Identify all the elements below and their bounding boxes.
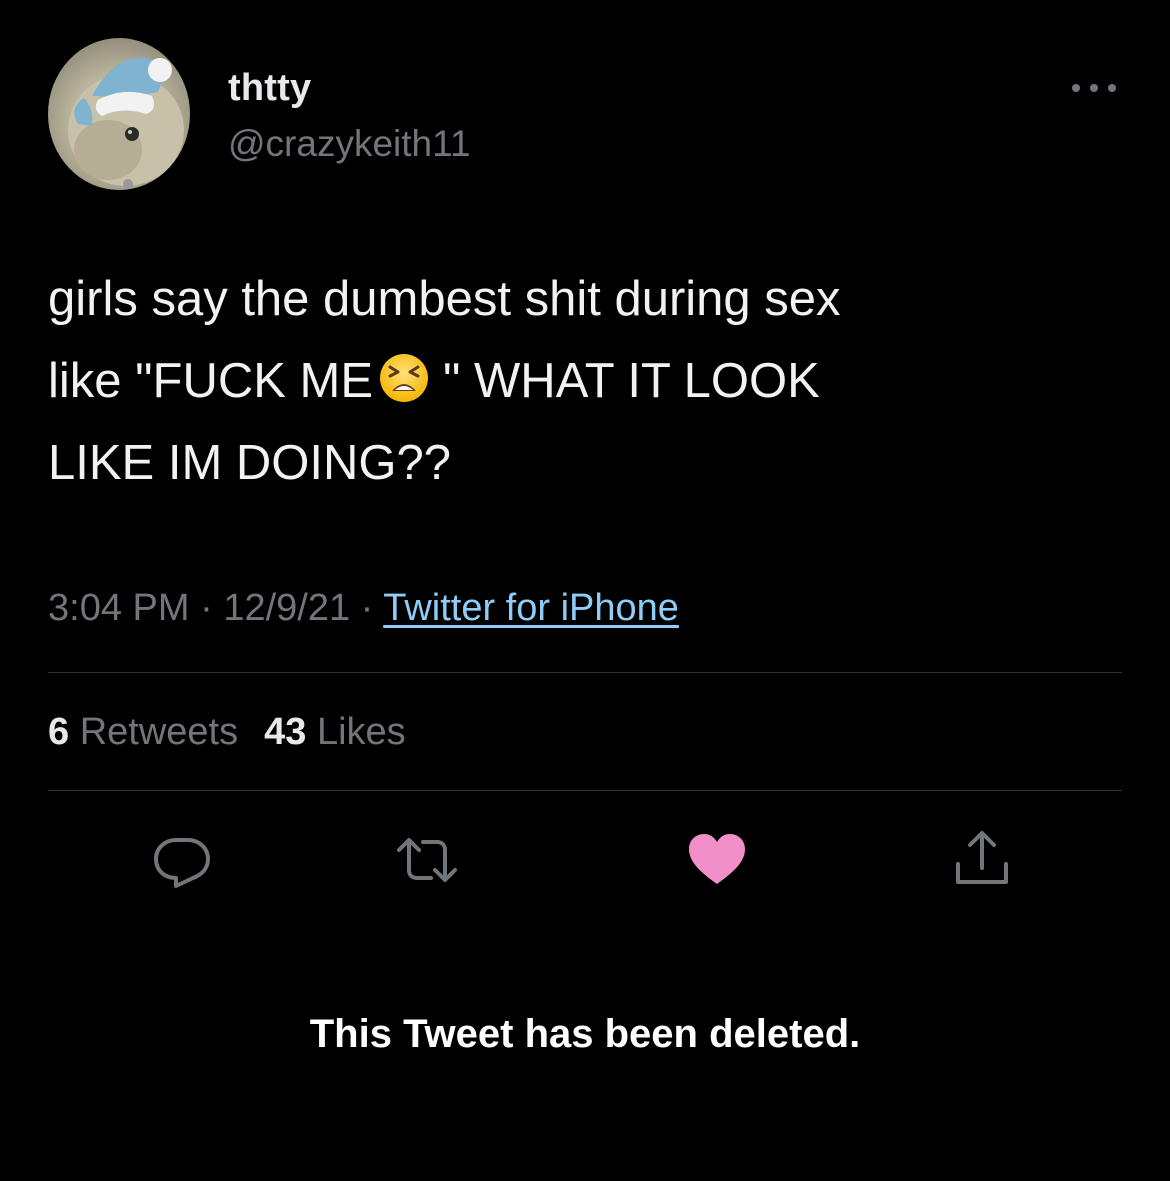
retweets-label: Retweets	[79, 711, 239, 753]
retweet-button[interactable]	[395, 828, 459, 892]
likes-count: 43	[264, 711, 307, 753]
meta-separator: ·	[360, 587, 374, 629]
more-options-button[interactable]	[1068, 74, 1120, 102]
share-icon	[956, 831, 1008, 884]
tweet-time: 3:04 PM	[48, 587, 190, 629]
avatar[interactable]	[48, 38, 190, 190]
likes-label: Likes	[316, 711, 406, 753]
reply-button[interactable]	[150, 828, 214, 892]
heart-icon	[689, 834, 745, 884]
meta-separator: ·	[200, 587, 213, 629]
tweet-text-line-1: girls say the dumbest shit during sex	[48, 272, 841, 326]
tired-face-icon	[380, 354, 429, 402]
user-handle[interactable]: @crazykeith11	[228, 120, 471, 168]
share-button[interactable]	[950, 828, 1014, 892]
reply-icon	[154, 838, 210, 888]
tweet: thtty @crazykeith11 girls say the dumbes…	[0, 0, 1170, 1181]
retweet-icon	[397, 838, 457, 882]
tweet-stats: 6 Retweets 43 Likes	[48, 706, 406, 758]
tweet-text-line-2-end: " WHAT IT LOOK	[443, 354, 820, 408]
tweet-source-link[interactable]: Twitter for iPhone	[383, 587, 679, 629]
deleted-tweet-notice: This Tweet has been deleted.	[309, 1012, 861, 1056]
avatar-image	[68, 57, 184, 189]
more-icon	[1072, 84, 1116, 92]
tweet-text-line-2-start: like "FUCK ME	[48, 354, 374, 408]
tweet-meta: 3:04 PM · 12/9/21 · Twitter for iPhone	[48, 582, 679, 634]
retweets-stat[interactable]: 6 Retweets	[48, 711, 238, 753]
divider	[48, 672, 1122, 673]
retweets-count: 6	[48, 711, 70, 753]
like-button[interactable]	[685, 828, 749, 892]
tweet-date: 12/9/21	[223, 587, 351, 629]
tweet-text-line-3: LIKE IM DOING??	[48, 436, 452, 490]
tweet-text: girls say the dumbest shit during sex li…	[48, 258, 1128, 504]
tired-face-emoji	[379, 346, 429, 402]
likes-stat[interactable]: 43 Likes	[264, 711, 406, 753]
display-name[interactable]: thtty	[228, 64, 311, 112]
divider	[48, 790, 1122, 791]
